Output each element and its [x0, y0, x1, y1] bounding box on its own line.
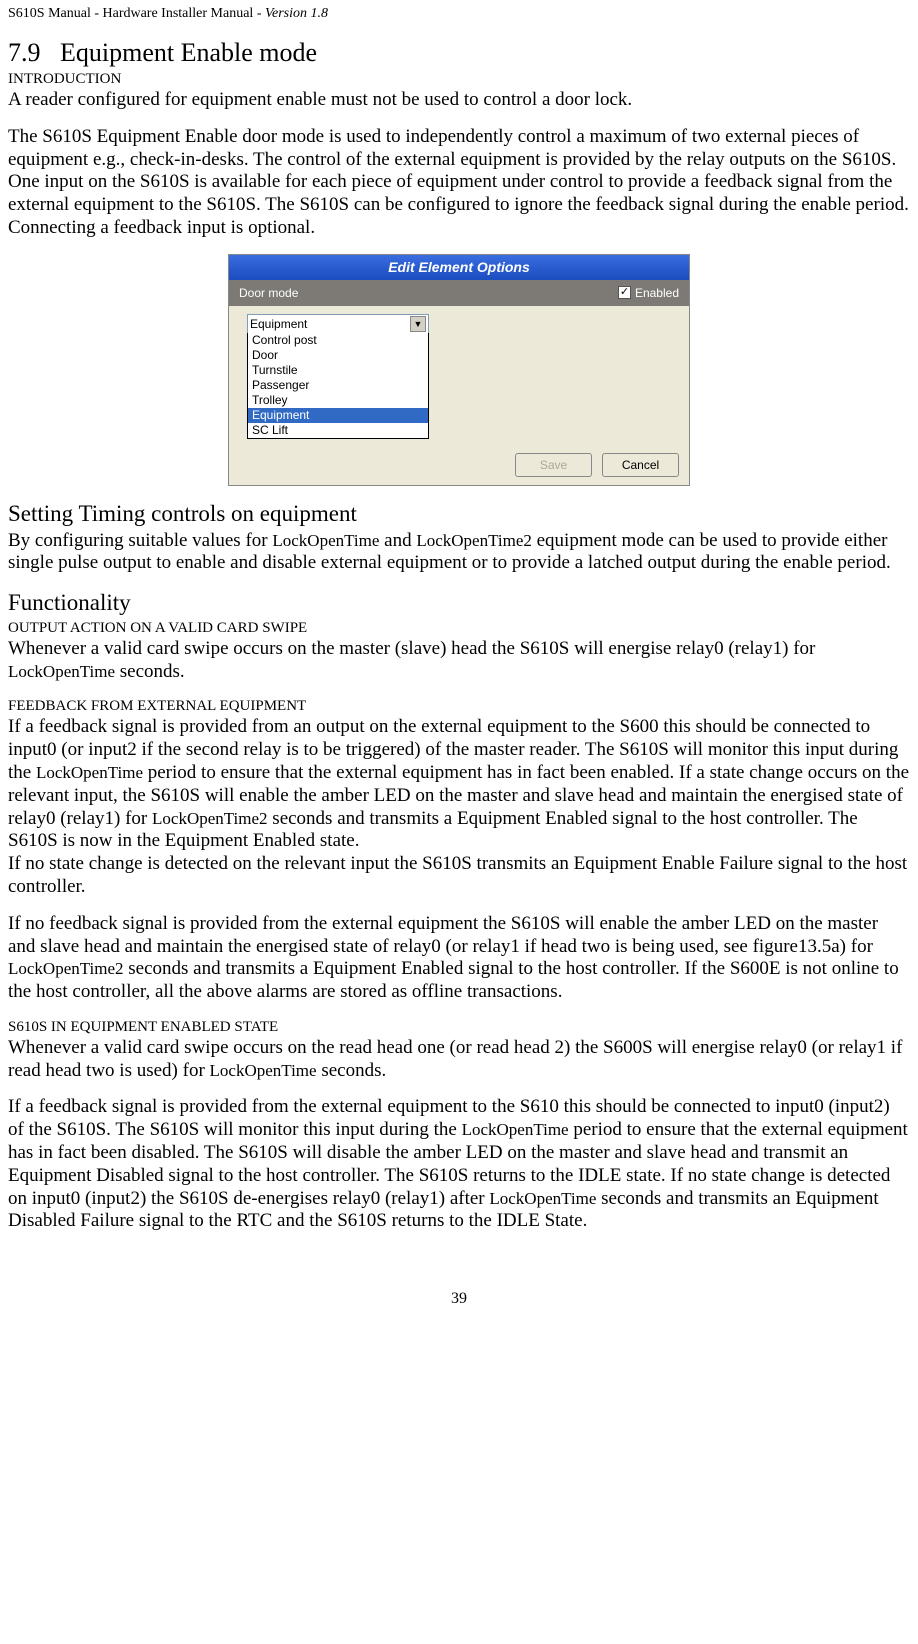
dropdown-option[interactable]: Control post — [248, 333, 428, 348]
intro-para-2: The S610S Equipment Enable door mode is … — [8, 126, 910, 240]
enabled-state-label: S610S IN EQUIPMENT ENABLED STATE — [8, 1018, 910, 1036]
code-lockopentime: LockOpenTime — [8, 662, 115, 681]
dropdown-option[interactable]: Turnstile — [248, 363, 428, 378]
door-mode-label: Door mode — [239, 286, 298, 300]
code-lockopentime: LockOpenTime — [272, 531, 379, 550]
dropdown-area: Equipment ▼ Control post Door Turnstile … — [229, 306, 689, 439]
dialog-buttons: Save Cancel — [229, 439, 689, 485]
section-title-text: Equipment Enable mode — [60, 38, 317, 67]
enabled-label: Enabled — [635, 286, 679, 300]
code-lockopentime: LockOpenTime — [489, 1189, 596, 1208]
door-mode-row: Door mode ✓ Enabled — [229, 280, 689, 306]
dropdown-option[interactable]: Trolley — [248, 393, 428, 408]
manual-name: S610S Manual - Hardware Installer Manual… — [8, 6, 265, 21]
feedback-para-1: If a feedback signal is provided from an… — [8, 716, 910, 898]
timing-paragraph: By configuring suitable values for LockO… — [8, 530, 910, 576]
chevron-down-icon[interactable]: ▼ — [410, 316, 426, 332]
check-icon: ✓ — [618, 286, 631, 299]
code-lockopentime: LockOpenTime — [210, 1061, 317, 1080]
dropdown-list: Control post Door Turnstile Passenger Tr… — [247, 333, 429, 439]
state-para-2: If a feedback signal is provided from th… — [8, 1096, 910, 1233]
feedback-label: FEEDBACK FROM EXTERNAL EQUIPMENT — [8, 697, 910, 715]
dialog-window: Edit Element Options Door mode ✓ Enabled… — [228, 254, 690, 486]
intro-para-1: A reader configured for equipment enable… — [8, 89, 910, 112]
output-action-label: OUTPUT ACTION ON A VALID CARD SWIPE — [8, 619, 910, 637]
dropdown-option-selected[interactable]: Equipment — [248, 408, 428, 423]
functionality-heading: Functionality — [8, 589, 910, 617]
code-lockopentime: LockOpenTime — [462, 1120, 569, 1139]
dropdown-option[interactable]: Door — [248, 348, 428, 363]
section-heading: 7.9 Equipment Enable mode — [8, 37, 910, 68]
timing-heading: Setting Timing controls on equipment — [8, 500, 910, 528]
screenshot-container: Edit Element Options Door mode ✓ Enabled… — [8, 254, 910, 486]
dropdown-selected: Equipment ▼ — [248, 315, 428, 333]
dropdown-selected-text: Equipment — [250, 317, 307, 331]
code-lockopentime: LockOpenTime — [36, 763, 143, 782]
page-header: S610S Manual - Hardware Installer Manual… — [8, 6, 910, 23]
dialog-titlebar: Edit Element Options — [229, 255, 689, 280]
door-mode-dropdown[interactable]: Equipment ▼ — [247, 314, 429, 334]
code-lockopentime2: LockOpenTime2 — [152, 809, 268, 828]
cancel-button[interactable]: Cancel — [602, 453, 679, 477]
code-lockopentime2: LockOpenTime2 — [8, 959, 124, 978]
save-button[interactable]: Save — [515, 453, 592, 477]
section-number: 7.9 — [8, 38, 41, 67]
version: Version 1.8 — [265, 6, 328, 21]
page-number: 39 — [8, 1289, 910, 1308]
dropdown-option[interactable]: SC Lift — [248, 423, 428, 438]
code-lockopentime2: LockOpenTime2 — [416, 531, 532, 550]
dropdown-option[interactable]: Passenger — [248, 378, 428, 393]
intro-label: INTRODUCTION — [8, 70, 910, 88]
output-action-para: Whenever a valid card swipe occurs on th… — [8, 638, 910, 684]
feedback-para-2: If no feedback signal is provided from t… — [8, 913, 910, 1004]
enabled-checkbox-wrap[interactable]: ✓ Enabled — [618, 286, 679, 300]
state-para-1: Whenever a valid card swipe occurs on th… — [8, 1037, 910, 1083]
